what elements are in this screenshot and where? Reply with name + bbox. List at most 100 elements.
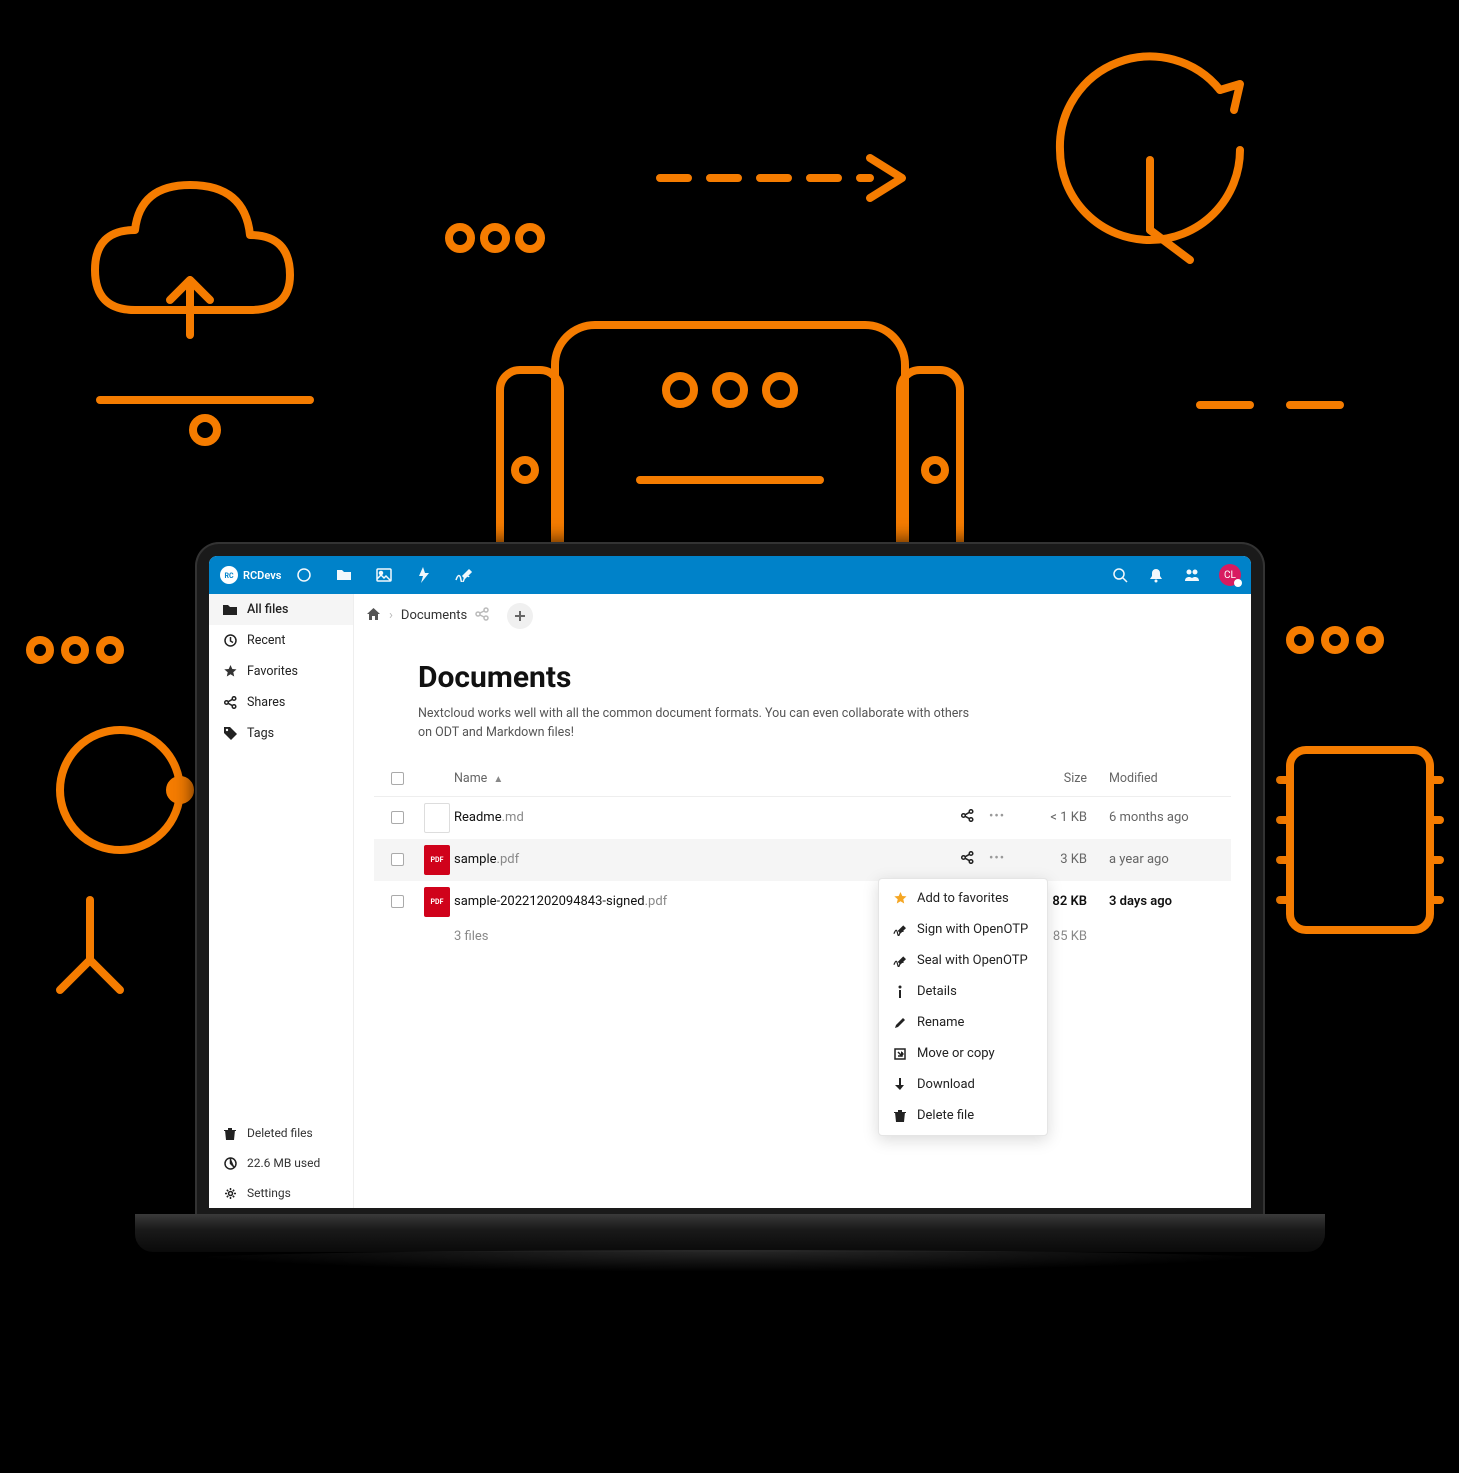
- ctx-sign-with-openotp[interactable]: Sign with OpenOTP: [879, 914, 1047, 945]
- share-icon[interactable]: [959, 809, 975, 826]
- trash-icon: [223, 1126, 237, 1140]
- sidebar: All files Recent Favorites Shares Tags Delet…: [209, 594, 354, 1208]
- ctx-delete-file[interactable]: Delete file: [879, 1100, 1047, 1131]
- share-icon: [223, 696, 237, 710]
- table-summary: 3 files 85 KB: [374, 923, 1231, 950]
- file-size: 82 KB: [1052, 894, 1087, 909]
- ctx-label: Seal with OpenOTP: [917, 953, 1028, 968]
- content-area: Documents Nextcloud works well with all …: [354, 638, 1251, 1208]
- main-area: › Documents Documents Nextcloud works we…: [354, 594, 1251, 1208]
- col-name[interactable]: Name: [454, 771, 487, 786]
- sidebar-item-favorites[interactable]: Favorites: [209, 656, 353, 687]
- new-button[interactable]: [507, 603, 533, 629]
- ctx-seal-with-openotp[interactable]: Seal with OpenOTP: [879, 945, 1047, 976]
- sidebar-item-label: Shares: [247, 695, 285, 710]
- chevron-right-icon: ›: [389, 608, 393, 623]
- context-menu: Add to favorites Sign with OpenOTP Seal wi…: [878, 878, 1048, 1136]
- user-avatar[interactable]: CL: [1219, 564, 1241, 586]
- sidebar-item-recent[interactable]: Recent: [209, 625, 353, 656]
- file-row[interactable]: Readme.md ••• < 1 KB 6 months ago: [374, 797, 1231, 839]
- share-icon[interactable]: [475, 607, 489, 625]
- col-modified[interactable]: Modified: [1109, 771, 1158, 786]
- home-icon[interactable]: [366, 607, 381, 625]
- sidebar-item-label: Deleted files: [247, 1126, 313, 1140]
- ctx-label: Rename: [917, 1015, 964, 1030]
- star-icon: [893, 892, 907, 906]
- photos-icon[interactable]: [375, 566, 393, 584]
- ctx-label: Add to favorites: [917, 891, 1009, 906]
- pdf-file-icon: PDF: [424, 845, 450, 875]
- file-modified: 6 months ago: [1109, 810, 1189, 825]
- pdf-file-icon: PDF: [424, 887, 450, 917]
- row-checkbox[interactable]: [391, 895, 404, 908]
- summary-size: 85 KB: [1053, 929, 1087, 944]
- contacts-icon[interactable]: [1183, 566, 1201, 584]
- page-title: Documents: [418, 660, 1231, 695]
- trash-icon: [893, 1109, 907, 1123]
- ctx-label: Move or copy: [917, 1046, 995, 1061]
- dashboard-icon[interactable]: [295, 566, 313, 584]
- file-name: Readme: [454, 810, 502, 825]
- col-size[interactable]: Size: [1064, 771, 1087, 786]
- folder-icon: [223, 603, 237, 617]
- table-header: Name ▲ Size Modified: [374, 761, 1231, 797]
- files-icon[interactable]: [335, 566, 353, 584]
- brand-text: RCDevs: [243, 569, 281, 582]
- file-name: sample: [454, 852, 497, 867]
- ctx-label: Details: [917, 984, 957, 999]
- file-name: sample-20221202094843-signed: [454, 894, 645, 909]
- ctx-add-to-favorites[interactable]: Add to favorites: [879, 883, 1047, 914]
- file-ext: .pdf: [645, 894, 668, 909]
- breadcrumb-current[interactable]: Documents: [401, 608, 467, 623]
- download-icon: [893, 1078, 907, 1092]
- row-checkbox[interactable]: [391, 853, 404, 866]
- sidebar-item-label: Settings: [247, 1186, 291, 1200]
- sidebar-item-tags[interactable]: Tags: [209, 718, 353, 749]
- file-size: 3 KB: [1060, 852, 1087, 867]
- ctx-details[interactable]: Details: [879, 976, 1047, 1007]
- move-icon: [893, 1047, 907, 1061]
- share-icon[interactable]: [959, 851, 975, 868]
- file-size: < 1 KB: [1050, 810, 1087, 825]
- file-row[interactable]: PDF sample-20221202094843-signed.pdf 82 KB…: [374, 881, 1231, 923]
- sidebar-item-label: 22.6 MB used: [247, 1156, 320, 1170]
- brand-logo[interactable]: RC RCDevs: [219, 565, 281, 585]
- file-modified: a year ago: [1109, 852, 1169, 867]
- svg-text:RC: RC: [224, 572, 233, 580]
- tag-icon: [223, 727, 237, 741]
- summary-count: 3 files: [454, 929, 489, 944]
- ctx-label: Delete file: [917, 1108, 974, 1123]
- pen-icon: [893, 954, 907, 968]
- clock-icon: [223, 634, 237, 648]
- more-icon[interactable]: •••: [989, 851, 1005, 868]
- row-checkbox[interactable]: [391, 811, 404, 824]
- file-table: Name ▲ Size Modified Readme.md ••• < 1 KB 6…: [374, 761, 1231, 950]
- sidebar-item-shares[interactable]: Shares: [209, 687, 353, 718]
- md-file-icon: [424, 803, 450, 833]
- ctx-label: Sign with OpenOTP: [917, 922, 1028, 937]
- file-row[interactable]: PDFsample.pdf•••3 KBa year ago: [374, 839, 1231, 881]
- select-all-checkbox[interactable]: [391, 772, 404, 785]
- sidebar-bottom-settings[interactable]: Settings: [209, 1178, 353, 1208]
- laptop-frame: RC RCDevs CL: [175, 542, 1285, 1282]
- file-ext: .md: [502, 810, 524, 825]
- search-icon[interactable]: [1111, 566, 1129, 584]
- activity-icon[interactable]: [415, 566, 433, 584]
- topbar: RC RCDevs CL: [209, 556, 1251, 594]
- breadcrumb: › Documents: [354, 594, 1251, 638]
- sign-icon[interactable]: [455, 566, 473, 584]
- sidebar-bottom-deleted-files[interactable]: Deleted files: [209, 1118, 353, 1148]
- sort-caret-icon: ▲: [493, 774, 503, 785]
- sidebar-item-all-files[interactable]: All files: [209, 594, 353, 625]
- notifications-icon[interactable]: [1147, 566, 1165, 584]
- sidebar-item-label: Recent: [247, 633, 286, 648]
- page-subtitle: Nextcloud works well with all the common…: [418, 705, 978, 743]
- pen-icon: [893, 923, 907, 937]
- file-modified: 3 days ago: [1109, 894, 1172, 909]
- ctx-move-or-copy[interactable]: Move or copy: [879, 1038, 1047, 1069]
- ctx-rename[interactable]: Rename: [879, 1007, 1047, 1038]
- sidebar-bottom-22-6-mb-used[interactable]: 22.6 MB used: [209, 1148, 353, 1178]
- sidebar-item-label: Favorites: [247, 664, 298, 679]
- more-icon[interactable]: •••: [989, 809, 1005, 826]
- ctx-download[interactable]: Download: [879, 1069, 1047, 1100]
